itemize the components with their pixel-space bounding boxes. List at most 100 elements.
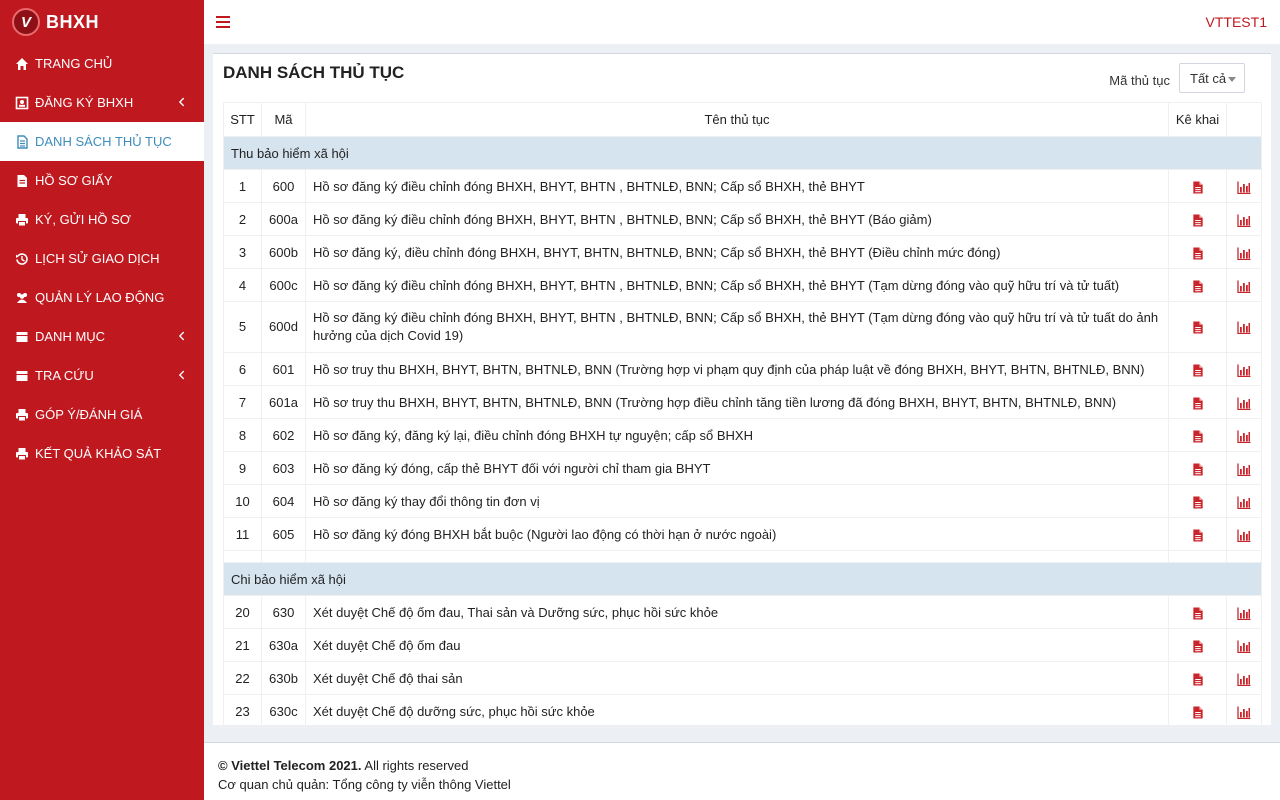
bar-chart-icon[interactable] [1237,319,1251,335]
sidebar-item[interactable]: KÝ, GỬI HỒ SƠ [0,200,204,239]
bar-chart-icon[interactable] [1237,178,1251,194]
user-menu[interactable]: VTTEST1 [1206,14,1267,30]
file-text-icon[interactable] [1192,394,1204,410]
table-row[interactable]: 8 602 Hồ sơ đăng ký, đăng ký lại, điều chỉ… [223,418,1262,452]
file-text-icon[interactable] [1192,178,1204,194]
sidebar-item[interactable]: ĐĂNG KÝ BHXH [0,83,204,122]
table-row[interactable]: 2 600a Hồ sơ đăng ký điều chỉnh đóng BHXH,… [223,202,1262,236]
table-row[interactable]: 23 630c Xét duyệt Chế độ dưỡng sức, phục h… [223,694,1262,728]
page-title: DANH SÁCH THỦ TỤC [223,63,405,82]
bar-chart-icon[interactable] [1237,493,1251,509]
file-text-icon[interactable] [1192,493,1204,509]
sidebar-item[interactable]: KẾT QUẢ KHẢO SÁT [0,434,204,473]
bar-chart-icon[interactable] [1237,277,1251,293]
report-cell [1226,169,1262,203]
menu-toggle-icon[interactable] [216,16,230,28]
report-cell [1226,202,1262,236]
bar-chart-icon[interactable] [1237,427,1251,443]
sidebar-item[interactable]: LỊCH SỬ GIAO DỊCH [0,239,204,278]
sidebar-item-label: DANH MỤC [35,329,106,344]
bar-chart-icon[interactable] [1237,460,1251,476]
kekhai-cell [1168,268,1227,302]
history-icon [15,252,29,266]
bar-chart-icon[interactable] [1237,526,1251,542]
cell-ma: 600 [261,169,306,203]
file-text-icon[interactable] [1192,670,1204,686]
file-text-icon[interactable] [1192,277,1204,293]
kekhai-cell [1168,484,1227,518]
file-text-icon[interactable] [1192,526,1204,542]
group-row: Thu bảo hiểm xã hội [223,136,1262,170]
spacer-row [223,550,1262,563]
table-row[interactable]: 5 600d Hồ sơ đăng ký điều chỉnh đóng BHXH,… [223,301,1262,353]
sidebar-item[interactable]: GÓP Ý/ĐÁNH GIÁ [0,395,204,434]
file-text-icon[interactable] [1192,604,1204,620]
file-text-icon[interactable] [1192,427,1204,443]
bar-chart-icon[interactable] [1237,604,1251,620]
kekhai-cell [1168,202,1227,236]
file-text-icon[interactable] [1192,460,1204,476]
table-row[interactable]: 1 600 Hồ sơ đăng ký điều chỉnh đóng BHXH, … [223,169,1262,203]
file-text-icon[interactable] [1192,361,1204,377]
table-row[interactable]: 22 630b Xét duyệt Chế độ thai sản [223,661,1262,695]
logo-badge: V [12,8,40,36]
report-cell [1226,451,1262,485]
caret-down-icon [1228,77,1236,82]
file-text-icon[interactable] [1192,319,1204,334]
logo[interactable]: V BHXH [0,0,204,44]
cell-ten: Hồ sơ truy thu BHXH, BHYT, BHTN, BHTNLĐ,… [305,385,1169,419]
bar-chart-icon[interactable] [1237,637,1251,653]
sidebar-item[interactable]: TRANG CHỦ [0,44,204,83]
cell-ma: 601 [261,352,306,386]
sidebar-item[interactable]: QUẢN LÝ LAO ĐỘNG [0,278,204,317]
sidebar-item[interactable]: DANH SÁCH THỦ TỤC [0,122,204,161]
bar-chart-icon[interactable] [1237,244,1251,260]
users-icon [15,291,29,305]
cell-stt: 3 [223,235,262,269]
report-cell [1226,352,1262,386]
file-text-icon[interactable] [1192,211,1204,227]
table-row[interactable]: 6 601 Hồ sơ truy thu BHXH, BHYT, BHTN, BHT… [223,352,1262,386]
table-row[interactable]: 20 630 Xét duyệt Chế độ ốm đau, Thai sản v… [223,595,1262,629]
cell-stt: 8 [223,418,262,452]
cell-stt: 2 [223,202,262,236]
footer-copyright: © Viettel Telecom 2021. All rights reser… [218,758,1280,773]
kekhai-cell [1168,352,1227,386]
kekhai-cell [1168,385,1227,419]
sidebar-item[interactable]: HỒ SƠ GIẤY [0,161,204,200]
table-row[interactable]: 3 600b Hồ sơ đăng ký, điều chỉnh đóng BHXH… [223,235,1262,269]
table-row[interactable]: 4 600c Hồ sơ đăng ký điều chỉnh đóng BHXH,… [223,268,1262,302]
cell-ten: Hồ sơ truy thu BHXH, BHYT, BHTN, BHTNLĐ,… [305,352,1169,386]
file-text-icon[interactable] [1192,637,1204,653]
table-row[interactable]: 21 630a Xét duyệt Chế độ ốm đau [223,628,1262,662]
bar-chart-icon[interactable] [1237,361,1251,377]
bar-chart-icon[interactable] [1237,211,1251,227]
sidebar-item-label: DANH SÁCH THỦ TỤC [35,134,172,149]
file-text-icon[interactable] [1192,244,1204,260]
sidebar-item-label: GÓP Ý/ĐÁNH GIÁ [35,407,143,422]
cell-stt: 9 [223,451,262,485]
bar-chart-icon[interactable] [1237,394,1251,410]
file-text-icon [15,174,29,188]
cell-ma: 630a [261,628,306,662]
cell-stt: 23 [223,694,262,728]
table-row[interactable]: 9 603 Hồ sơ đăng ký đóng, cấp thẻ BHYT đối… [223,451,1262,485]
cell-ma: 630c [261,694,306,728]
spacer-cell [305,550,1169,563]
report-cell [1226,628,1262,662]
bar-chart-icon[interactable] [1237,703,1251,719]
table-row[interactable]: 11 605 Hồ sơ đăng ký đóng BHXH bắt buộc (N… [223,517,1262,551]
kekhai-cell [1168,418,1227,452]
file-text-icon[interactable] [1192,703,1204,719]
filter-select-value: Tất cả [1190,70,1227,86]
sidebar-item[interactable]: DANH MỤC [0,317,204,356]
filter-select[interactable]: Tất cả [1179,63,1245,93]
table-icon [15,369,29,383]
kekhai-cell [1168,517,1227,551]
table-row[interactable]: 7 601a Hồ sơ truy thu BHXH, BHYT, BHTN, BH… [223,385,1262,419]
sidebar-item[interactable]: TRA CỨU [0,356,204,395]
cell-stt: 22 [223,661,262,695]
bar-chart-icon[interactable] [1237,670,1251,686]
table-row[interactable]: 10 604 Hồ sơ đăng ký thay đổi thông tin đơ… [223,484,1262,518]
cell-stt: 10 [223,484,262,518]
